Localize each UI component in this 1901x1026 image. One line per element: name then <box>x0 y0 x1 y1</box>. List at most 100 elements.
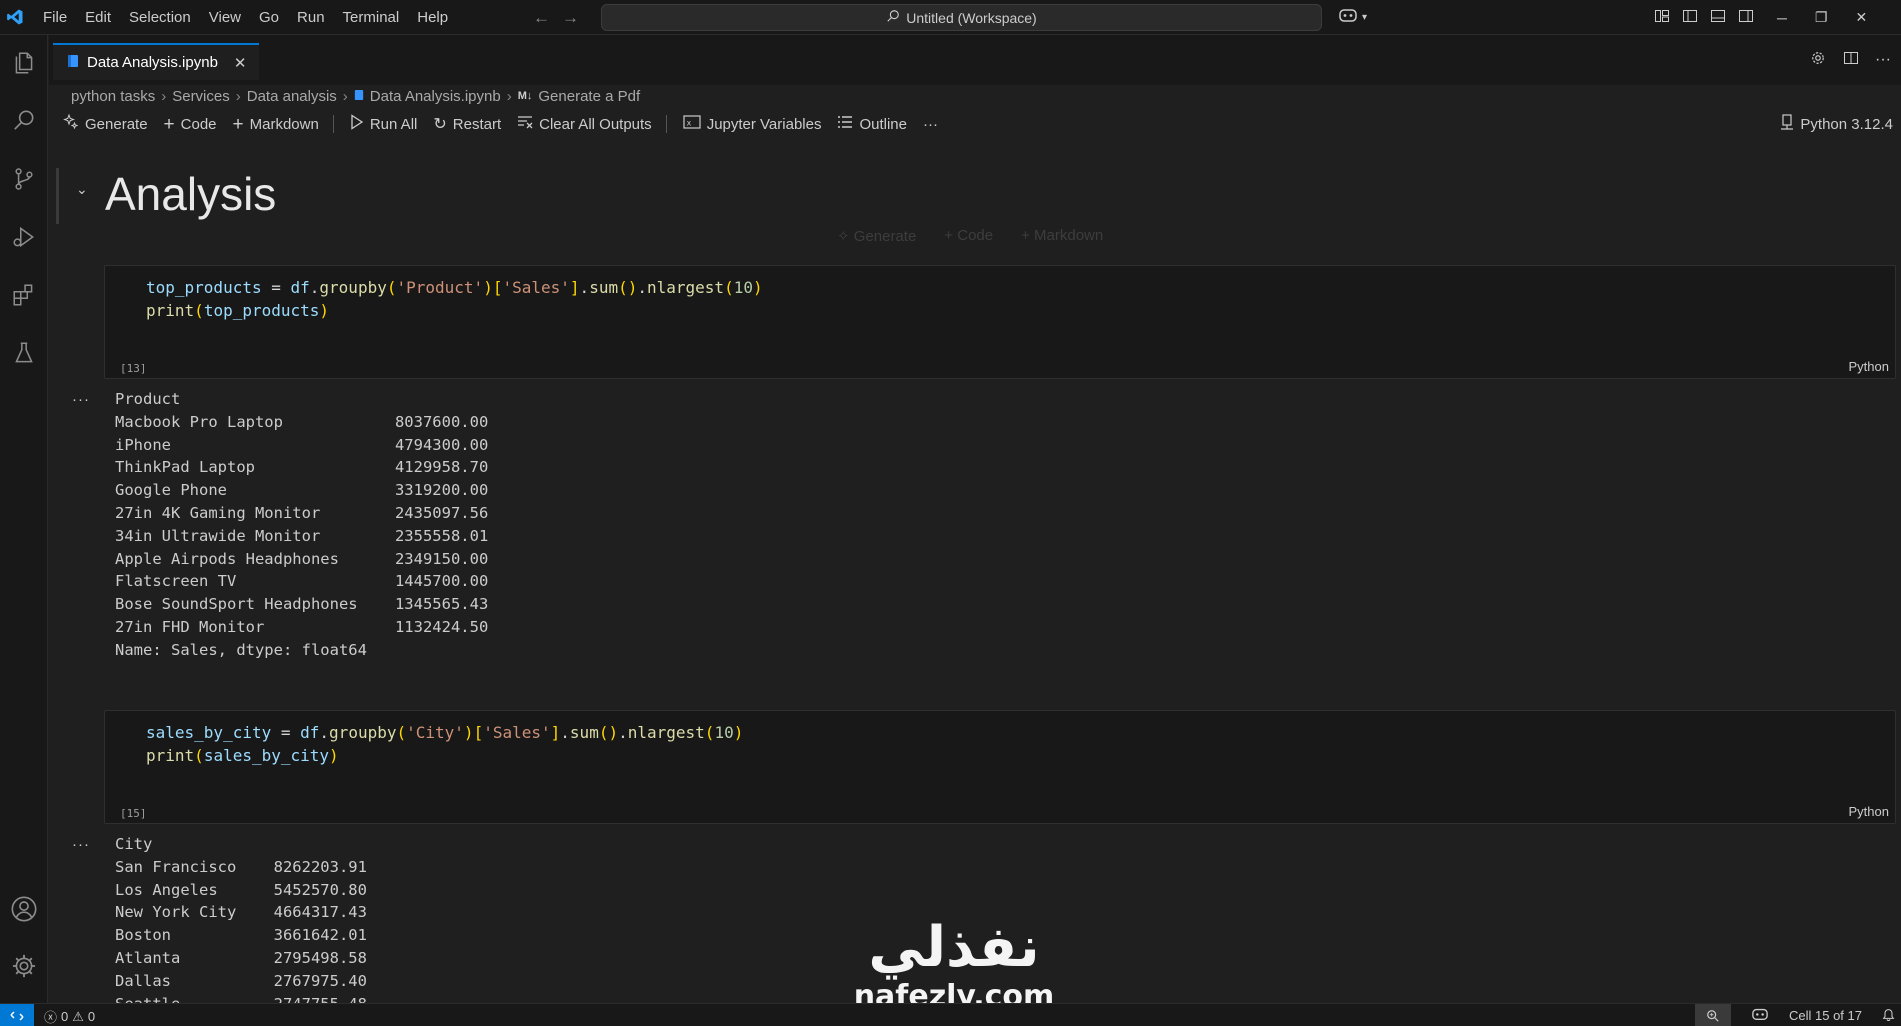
output-value: 5452570.80 <box>273 880 367 899</box>
settings-gear-icon[interactable] <box>1809 49 1827 71</box>
output-header: Product <box>115 390 181 408</box>
kernel-picker[interactable]: Python 3.12.4 <box>1780 114 1893 134</box>
cell-position[interactable]: Cell 15 of 17 <box>1789 1008 1862 1023</box>
split-editor-icon[interactable] <box>1843 50 1859 70</box>
chevron-down-icon: ▾ <box>1362 11 1368 23</box>
more-actions-icon[interactable]: ··· <box>1875 51 1891 69</box>
more-toolbar-button[interactable]: ··· <box>923 116 938 133</box>
output-rows: San Francisco 8262203.91 Los Angeles 545257… <box>115 856 367 1003</box>
search-sidebar-icon[interactable] <box>10 107 38 135</box>
execution-count: [13] <box>120 362 147 375</box>
collapse-chevron-icon[interactable]: ⌄ <box>76 181 88 198</box>
jupyter-variables-button[interactable]: x Jupyter Variables <box>683 115 822 133</box>
cell-language[interactable]: Python <box>1849 359 1889 374</box>
insert-markdown-button[interactable]: + Markdown <box>1021 227 1103 245</box>
back-arrow-icon[interactable]: ← <box>533 8 550 28</box>
manage-gear-icon[interactable] <box>10 952 38 980</box>
code-cell[interactable]: sales_by_city = df.groupby('City')['Sale… <box>104 710 1896 824</box>
add-code-cell-button[interactable]: + Code <box>164 115 217 134</box>
code-token: print <box>146 746 195 765</box>
minimize-icon[interactable]: ─ <box>1777 10 1787 26</box>
command-center-label: Untitled (Workspace) <box>906 9 1037 26</box>
explorer-icon[interactable] <box>10 49 38 77</box>
insert-generate-button[interactable]: ✧ Generate <box>837 227 916 245</box>
menu-file[interactable]: File <box>34 0 76 35</box>
run-debug-icon[interactable] <box>10 223 38 251</box>
close-window-icon[interactable]: ✕ <box>1855 9 1867 26</box>
account-icon[interactable] <box>10 895 38 923</box>
output-label: iPhone <box>115 435 171 454</box>
code-token: . <box>637 278 647 297</box>
clear-all-outputs-button[interactable]: Clear All Outputs <box>517 115 652 133</box>
code-cell[interactable]: top_products = df.groupby('Product')['Sa… <box>104 265 1896 379</box>
code-line[interactable]: print(top_products) <box>146 301 329 320</box>
zoom-icon[interactable] <box>1695 1004 1731 1026</box>
restart-button[interactable]: ↻ Restart <box>433 114 501 134</box>
kernel-label: Python 3.12.4 <box>1800 115 1893 133</box>
source-control-icon[interactable] <box>10 165 38 193</box>
output-label: New York City <box>115 903 237 922</box>
menu-go[interactable]: Go <box>250 0 288 35</box>
output-row: iPhone 4794300.00 <box>115 434 488 457</box>
code-token: ) <box>752 278 763 297</box>
tab-title: Data Analysis.ipynb <box>87 54 218 71</box>
code-label: Code <box>180 115 217 133</box>
remote-indicator-icon[interactable] <box>0 1004 34 1026</box>
menu-terminal[interactable]: Terminal <box>334 0 409 35</box>
menu-edit[interactable]: Edit <box>76 0 120 35</box>
output-value: 4664317.43 <box>273 903 367 922</box>
notification-bell-icon[interactable] <box>1882 1007 1895 1024</box>
problems-indicator[interactable]: ⓧ 0 ⚠ 0 <box>44 1007 95 1026</box>
cell-output: Product Macbook Pro Laptop 8037600.00 iPho… <box>115 388 488 662</box>
toggle-panel-icon[interactable] <box>1710 8 1726 28</box>
code-token: ) <box>319 301 330 320</box>
outline-label: Outline <box>859 115 907 133</box>
run-all-button[interactable]: Run All <box>350 114 417 134</box>
menu-view[interactable]: View <box>200 0 250 35</box>
code-token: . <box>560 723 570 742</box>
command-center[interactable]: Untitled (Workspace) <box>601 4 1322 31</box>
copilot-button[interactable]: ▾ <box>1338 6 1367 28</box>
menu-help[interactable]: Help <box>408 0 457 35</box>
close-tab-icon[interactable]: ✕ <box>234 54 247 72</box>
extensions-icon[interactable] <box>10 281 38 309</box>
customize-layout-icon[interactable] <box>1654 8 1670 28</box>
svg-text:x: x <box>686 119 691 128</box>
tab-data-analysis[interactable]: Data Analysis.ipynb ✕ <box>53 43 259 80</box>
code-line[interactable]: print(sales_by_city) <box>146 746 339 765</box>
code-token: print <box>146 301 195 320</box>
add-markdown-cell-button[interactable]: + Markdown <box>233 115 319 134</box>
code-token: = <box>271 723 301 742</box>
breadcrumb-item[interactable]: Data analysis <box>247 88 337 105</box>
toggle-primary-sidebar-icon[interactable] <box>1682 8 1698 28</box>
output-more-icon[interactable]: ··· <box>72 836 90 853</box>
code-token: = <box>261 278 291 297</box>
restart-icon: ↻ <box>433 116 447 133</box>
output-more-icon[interactable]: ··· <box>72 391 90 408</box>
breadcrumb-item[interactable]: Generate a Pdf <box>538 88 640 105</box>
insert-code-button[interactable]: + Code <box>944 227 993 245</box>
menu-run[interactable]: Run <box>288 0 334 35</box>
code-line[interactable]: sales_by_city = df.groupby('City')['Sale… <box>146 723 743 742</box>
breadcrumb-item[interactable]: python tasks <box>71 88 155 105</box>
output-row: Google Phone 3319200.00 <box>115 479 488 502</box>
restore-icon[interactable]: ❐ <box>1815 9 1828 26</box>
breadcrumb-item[interactable]: Services <box>172 88 230 105</box>
outline-button[interactable]: Outline <box>837 115 907 133</box>
breadcrumb-item[interactable]: Data Analysis.ipynb <box>370 88 501 105</box>
error-count: 0 <box>61 1009 69 1024</box>
toggle-secondary-sidebar-icon[interactable] <box>1738 8 1754 28</box>
menu-selection[interactable]: Selection <box>120 0 200 35</box>
output-label: Seattle <box>115 993 274 1003</box>
jupyter-variables-label: Jupyter Variables <box>706 115 822 133</box>
code-line[interactable]: top_products = df.groupby('Product')['Sa… <box>146 278 763 297</box>
code-token: ) <box>329 746 339 765</box>
testing-flask-icon[interactable] <box>10 339 38 367</box>
cell-language[interactable]: Python <box>1849 804 1889 819</box>
forward-arrow-icon[interactable]: → <box>562 8 579 28</box>
generate-button[interactable]: Generate <box>63 113 148 134</box>
copilot-status-icon[interactable] <box>1751 1006 1769 1025</box>
code-token: ( <box>396 723 407 742</box>
chevron-right-icon: › <box>161 87 167 105</box>
restart-label: Restart <box>452 115 502 133</box>
